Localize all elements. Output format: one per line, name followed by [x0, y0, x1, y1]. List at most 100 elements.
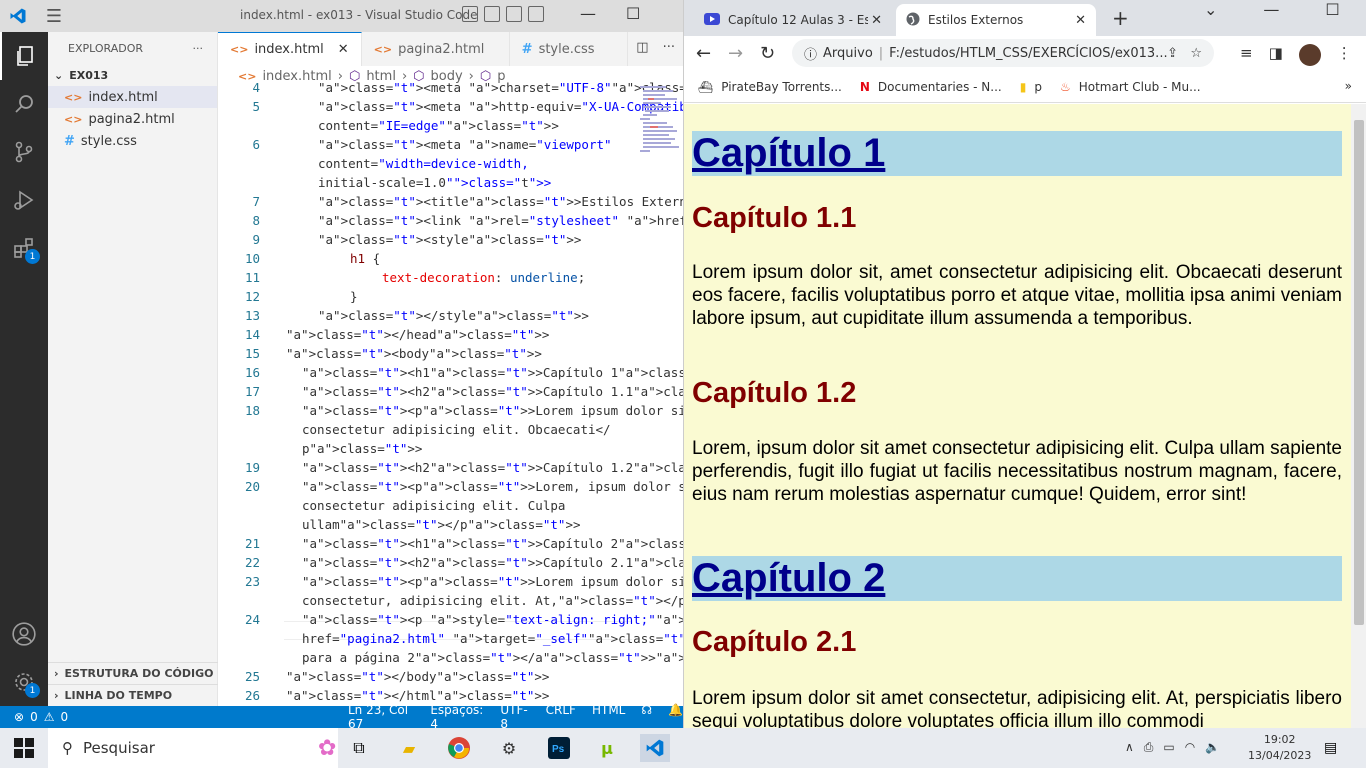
new-tab-icon[interactable]: + [1112, 6, 1129, 30]
bookmark-p[interactable]: ▮ p [1020, 80, 1042, 94]
code-line: para a página 2"a">class="t"></a"a">clas… [302, 650, 683, 665]
explorer-header: EXPLORADOR ··· [48, 32, 217, 64]
close-tab-icon[interactable]: ✕ [338, 42, 349, 57]
outline-section[interactable]: › ESTRUTURA DO CÓDIGO [48, 662, 218, 684]
address-bar[interactable]: ⓘ Arquivo | F:/estudos/HTLM_CSS/EXERCÍCI… [792, 39, 1214, 67]
chevron-down-icon[interactable]: ⌄ [1204, 0, 1217, 19]
scrollbar-thumb[interactable] [1354, 120, 1364, 625]
file-style-css[interactable]: # style.css [48, 130, 217, 152]
bookmark-piratebay[interactable]: ⛴ PirateBay Torrents... [698, 80, 842, 94]
line-number: 6 [252, 137, 260, 152]
tab-index-html[interactable]: <> index.html ✕ [218, 32, 362, 66]
settings-gear-icon[interactable]: ⚙ [494, 734, 524, 762]
more-actions-icon[interactable]: ··· [193, 42, 204, 55]
timeline-section[interactable]: › LINHA DO TEMPO [48, 684, 218, 706]
code-editor[interactable]: 4 "a">class="t"><meta "a">charset="UTF-8"… [218, 80, 683, 706]
maximize-icon[interactable]: ☐ [626, 4, 640, 23]
minimize-icon[interactable]: — [580, 4, 596, 23]
bookmark-hotmart[interactable]: ♨ Hotmart Club - Mu... [1060, 80, 1201, 94]
code-line: "a">class="t"></body"a">class="t">> [286, 669, 550, 684]
run-debug-icon[interactable] [0, 176, 48, 224]
info-icon[interactable]: ⓘ [804, 44, 817, 63]
file-index-html[interactable]: <> index.html [48, 86, 217, 108]
search-icon[interactable] [0, 80, 48, 128]
paragraph-2: Lorem, ipsum dolor sit amet consectetur … [692, 438, 1342, 505]
tab-label: index.html [254, 42, 324, 57]
code-line: "a">class="t"><p"a">class="t">>Lorem ips… [302, 403, 683, 418]
explorer-icon[interactable] [0, 32, 48, 80]
code-line: ullam"a">class="t"></p"a">class="t">> [302, 517, 581, 532]
folder-icon: ▮ [1019, 79, 1027, 94]
taskbar-search[interactable]: ⚲ Pesquisar ✿ [48, 728, 338, 768]
indentation[interactable]: Espaços: 4 [430, 703, 484, 728]
toggle-panel-icon[interactable] [484, 6, 500, 22]
toggle-secondary-sidebar-icon[interactable] [506, 6, 522, 22]
menu-kebab-icon[interactable]: ⋮ [1337, 44, 1352, 66]
chrome-tab-inactive[interactable]: Capítulo 12 Aulas 3 - Estilos ✕ [694, 4, 892, 36]
clock[interactable]: 19:02 13/04/2023 [1248, 732, 1311, 764]
meet-now-icon[interactable]: ⎙ [1144, 740, 1154, 755]
url-scheme: Arquivo [823, 45, 873, 61]
live-share-icon[interactable]: ☊ [641, 703, 652, 728]
minimize-icon[interactable]: — [1263, 0, 1279, 19]
tab-pagina2-html[interactable]: <> pagina2.html [362, 32, 510, 66]
code-line: "a">class="t"><h2"a">class="t">>Capítulo… [302, 460, 683, 475]
close-tab-icon[interactable]: ✕ [871, 13, 882, 28]
chevron-up-icon[interactable]: ∧ [1125, 740, 1134, 755]
chrome-tab-active[interactable]: Estilos Externos ✕ [896, 4, 1096, 36]
customize-layout-icon[interactable] [528, 6, 544, 22]
forward-icon[interactable]: → [728, 43, 743, 64]
html-file-icon: <> [64, 112, 83, 126]
tab-style-css[interactable]: # style.css [510, 32, 628, 66]
battery-icon[interactable]: ▭ [1163, 740, 1174, 755]
share-icon[interactable]: ⇪ [1167, 46, 1178, 61]
explorer-sidebar: EXPLORADOR ··· ⌄ EX013 <> index.html <> … [48, 32, 218, 706]
notifications-icon[interactable]: ▤ [1324, 740, 1337, 756]
extensions-icon[interactable]: 1 [0, 224, 48, 272]
code-line: "a">class="t"><link "a">rel="stylesheet"… [318, 213, 683, 228]
volume-icon[interactable]: 🔈 [1205, 740, 1220, 755]
photoshop-icon[interactable]: Ps [544, 734, 574, 762]
problems-indicator[interactable]: ⊗ 0 ⚠ 0 [14, 710, 68, 724]
cursor-position[interactable]: Ln 23, Col 67 [348, 703, 414, 728]
settings-gear-icon[interactable]: 1 [0, 658, 48, 706]
task-view-icon[interactable]: ⧉ [344, 734, 374, 762]
utorrent-icon[interactable]: µ [592, 734, 622, 762]
line-number: 4 [252, 80, 260, 95]
windows-taskbar: ⚲ Pesquisar ✿ ⧉ ▰ ⚙ Ps µ ∧ ⎙ ▭ ◠ 🔈 19:02… [0, 728, 1366, 768]
encoding[interactable]: UTF-8 [500, 703, 529, 728]
minimap[interactable] [640, 86, 680, 166]
menu-icon[interactable]: ☰ [36, 6, 72, 27]
chrome-taskbar-icon[interactable] [444, 734, 474, 762]
wifi-icon[interactable]: ◠ [1185, 740, 1195, 755]
file-explorer-icon[interactable]: ▰ [394, 734, 424, 762]
explorer-title: EXPLORADOR [68, 41, 144, 55]
activity-bar: 1 1 [0, 32, 48, 706]
close-tab-icon[interactable]: ✕ [1075, 13, 1086, 28]
more-actions-icon[interactable]: ··· [663, 40, 675, 55]
maximize-icon[interactable]: ☐ [1325, 0, 1339, 19]
bookmark-star-icon[interactable]: ☆ [1190, 46, 1202, 61]
toggle-primary-sidebar-icon[interactable] [462, 6, 478, 22]
side-panel-icon[interactable]: ◨ [1269, 44, 1283, 66]
split-editor-icon[interactable]: ◫ [636, 40, 648, 55]
html-file-icon: <> [230, 43, 249, 56]
avatar[interactable] [1298, 44, 1321, 66]
reload-icon[interactable]: ↻ [760, 43, 775, 64]
back-icon[interactable]: ← [696, 43, 711, 64]
bookmark-netflix[interactable]: N Documentaries - N... [860, 80, 1002, 94]
media-icon[interactable]: ≡ [1240, 44, 1253, 66]
file-pagina2-html[interactable]: <> pagina2.html [48, 108, 217, 130]
end-of-line[interactable]: CRLF [546, 703, 576, 728]
folder-ex013[interactable]: ⌄ EX013 [48, 64, 217, 86]
language-mode[interactable]: HTML [592, 703, 625, 728]
notifications-bell-icon[interactable]: 🔔 [668, 703, 683, 728]
code-line: "a">class="t"><meta "a">name="viewport" [318, 137, 612, 152]
vscode-taskbar-icon[interactable] [640, 734, 670, 762]
source-control-icon[interactable] [0, 128, 48, 176]
more-bookmarks-icon[interactable]: » [1345, 79, 1352, 93]
account-icon[interactable] [0, 610, 48, 658]
error-count: 0 [30, 710, 38, 724]
windows-start-icon[interactable] [14, 738, 34, 762]
page-scrollbar[interactable] [1351, 104, 1366, 728]
